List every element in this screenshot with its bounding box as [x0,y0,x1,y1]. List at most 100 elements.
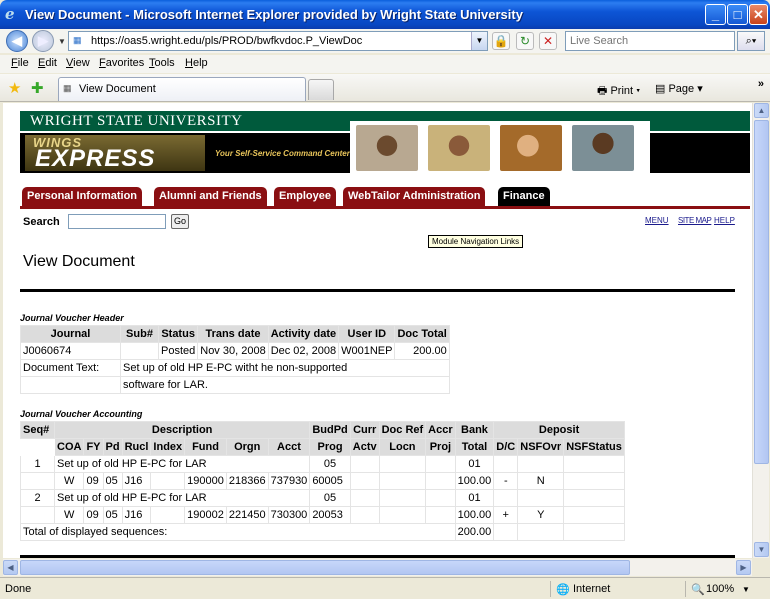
menu-tools[interactable]: Tools [149,57,175,69]
banner-photos [350,121,650,173]
print-button[interactable]: 🖶 Print ▾ [597,82,640,101]
col-activity-date: Activity date [267,325,340,343]
description-value: Set up of old HP E-PC for LAR [53,489,311,507]
stop-icon[interactable]: ✕ [539,32,557,50]
menu-file[interactable]: File [11,57,29,69]
col-trans-date: Trans date [197,325,269,343]
col-journal: Journal [20,325,121,343]
search-input[interactable] [68,214,166,229]
col-accr: Accr [425,421,456,439]
refresh-icon[interactable]: ↻ [516,32,534,50]
col-proj: Proj [425,438,456,456]
student-photo [356,125,418,171]
pd-value: 05 [102,472,123,490]
new-tab-button[interactable] [308,79,334,100]
table-row: 2 Set up of old HP E-PC for LAR 05 01 [20,489,625,507]
banner-tagline: Your Self-Service Command Center [215,149,350,158]
activity-date-value: Dec 02, 2008 [267,342,340,360]
trans-date-value: Nov 30, 2008 [197,342,269,360]
scroll-up-icon[interactable]: ▲ [754,103,769,118]
chevron-more-icon[interactable]: » [758,78,764,90]
maximize-button[interactable]: □ [727,4,748,25]
status-bar: Done 🌐 Internet 🔍 100% ▼ [0,577,770,599]
search-icon[interactable]: ⌕▾ [737,31,765,51]
orgn-value: 221450 [225,506,269,524]
wings-banner: WINGS EXPRESS Your Self-Service Command … [20,121,750,173]
col-curr: Curr [349,421,380,439]
add-favorite-icon[interactable]: ✚ [31,79,44,97]
col-fund: Fund [184,438,227,456]
col-total: Total [454,438,495,456]
close-button[interactable]: ✕ [749,4,768,25]
history-dropdown-icon[interactable]: ▼ [58,37,66,46]
scroll-down-icon[interactable]: ▼ [754,542,769,557]
col-budpd: BudPd [309,421,351,439]
page-title: View Document [23,253,135,270]
horizontal-scroll-thumb[interactable] [20,560,630,575]
logo-express: EXPRESS [35,145,156,172]
address-toolbar: ◀ ▶ ▼ ▦ https://oas5.wright.edu/pls/PROD… [0,29,770,53]
address-bar[interactable]: ▦ https://oas5.wright.edu/pls/PROD/bwfkv… [68,31,488,51]
printer-icon: 🖶 [597,85,608,97]
orgn-value: 218366 [225,472,269,490]
vertical-scrollbar[interactable]: ▲ ▼ [752,103,769,558]
live-search-input[interactable] [566,32,734,50]
col-user-id: User ID [338,325,396,343]
wings-express-logo[interactable]: WINGS EXPRESS [25,135,205,172]
seq-value: 2 [20,489,55,507]
index-value [150,472,186,490]
live-search-box[interactable] [565,31,735,51]
col-acct: Acct [267,438,311,456]
scroll-thumb[interactable] [754,120,769,464]
help-link[interactable]: HELP [714,216,735,225]
page-button[interactable]: ▤ Page ▾ [655,82,703,95]
scroll-right-icon[interactable]: ▶ [736,560,751,575]
tab-employee[interactable]: Employee [274,187,336,206]
zoom-level[interactable]: 100% [706,583,734,595]
zoom-dropdown-icon[interactable]: ▼ [742,585,750,594]
doc-text-line-2: software for LAR. [120,376,450,394]
rucl-value: J16 [121,506,152,524]
acct-value: 737930 [267,472,311,490]
nsfovr-value: N [517,472,565,490]
go-button[interactable]: Go [171,214,189,229]
horizontal-scrollbar[interactable]: ◀ ▶ [3,559,752,576]
menu-link[interactable]: MENU [645,216,669,225]
menu-view[interactable]: View [66,57,90,69]
tab-finance[interactable]: Finance [498,187,550,206]
fy-value: 09 [83,472,104,490]
status-value: Posted [157,342,199,360]
address-dropdown-icon[interactable]: ▼ [471,32,487,50]
col-index: Index [150,438,186,456]
prog-value: 20053 [309,506,351,524]
col-actv: Actv [349,438,380,456]
tab-webtailor-administration[interactable]: WebTailor Administration [343,187,486,206]
bank-value: 01 [454,455,495,473]
module-tabs: Personal Information Alumni and Friends … [20,187,750,209]
back-button[interactable]: ◀ [6,30,28,52]
navigation-tooltip: Module Navigation Links [428,235,524,248]
internet-explorer-icon: e [5,5,15,23]
nsfstatus-value [563,506,625,524]
site-map-link[interactable]: SITE MAP [678,216,712,225]
scroll-left-icon[interactable]: ◀ [3,560,18,575]
col-nsfstatus: NSFStatus [563,438,625,456]
tab-view-document[interactable]: ▦ View Document [58,77,306,101]
menu-favorites[interactable]: Favorites [99,57,144,69]
total-label: Total of displayed sequences: [20,523,456,541]
menu-edit[interactable]: Edit [38,57,57,69]
fy-value: 09 [83,506,104,524]
minimize-button[interactable]: _ [705,4,726,25]
globe-icon: 🌐 [556,584,570,596]
search-label: Search [23,216,60,228]
title-bar: e View Document - Microsoft Internet Exp… [0,0,770,29]
tab-alumni-and-friends[interactable]: Alumni and Friends [154,187,267,206]
lock-icon[interactable]: 🔒 [492,32,510,50]
forward-button[interactable]: ▶ [32,30,54,52]
tab-personal-information[interactable]: Personal Information [22,187,143,206]
tab-bar: ★ ✚ ▦ View Document 🖶 Print ▾ ▤ Page ▾ » [0,74,770,102]
budpd-value: 05 [309,489,351,507]
favorites-star-icon[interactable]: ★ [8,79,21,97]
menu-help[interactable]: Help [185,57,208,69]
total-value: 100.00 [454,472,495,490]
